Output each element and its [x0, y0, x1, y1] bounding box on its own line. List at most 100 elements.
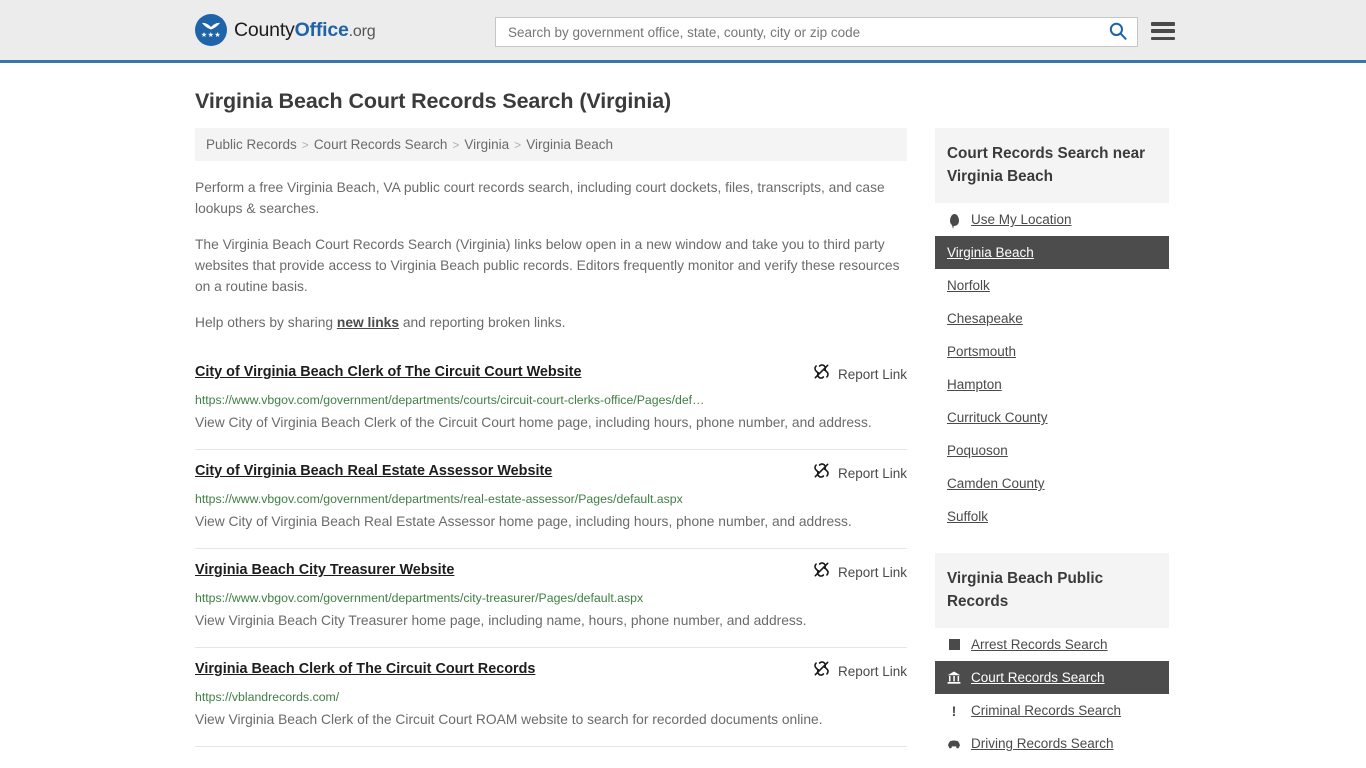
- sidebar-nearby-list: Use My Location Virginia Beach Norfolk Ches…: [935, 203, 1169, 533]
- page-title: Virginia Beach Court Records Search (Vir…: [195, 89, 672, 113]
- report-link-button[interactable]: Report Link: [813, 659, 907, 682]
- breadcrumb-separator: >: [301, 137, 309, 152]
- breadcrumb-separator: >: [452, 137, 460, 152]
- broken-link-icon: [813, 363, 830, 385]
- broken-link-icon: [813, 462, 830, 484]
- logo-stars: ★★★: [200, 32, 222, 39]
- results-list: City of Virginia Beach Clerk of The Circ…: [195, 348, 907, 747]
- result-title-link[interactable]: Virginia Beach City Treasurer Website: [195, 560, 454, 580]
- result-title-link[interactable]: City of Virginia Beach Real Estate Asses…: [195, 461, 552, 481]
- result-url[interactable]: https://www.vbgov.com/government/departm…: [195, 491, 907, 507]
- sidebar-item-chesapeake[interactable]: Chesapeake: [935, 302, 1169, 335]
- sidebar-item-camden-county[interactable]: Camden County: [935, 467, 1169, 500]
- sidebar-item-norfolk[interactable]: Norfolk: [935, 269, 1169, 302]
- sidebar-item-label: Suffolk: [947, 509, 989, 524]
- result-header: City of Virginia Beach Clerk of The Circ…: [195, 362, 907, 385]
- intro-p3-after: and reporting broken links.: [399, 315, 566, 330]
- courthouse-icon: [947, 671, 961, 684]
- sidebar-item-hampton[interactable]: Hampton: [935, 368, 1169, 401]
- sidebar-item-label: Criminal Records Search: [971, 703, 1122, 718]
- breadcrumb-item-2[interactable]: Court Records Search: [314, 137, 448, 152]
- report-link-button[interactable]: Report Link: [813, 362, 907, 385]
- sidebar-item-label: Camden County: [947, 476, 1045, 491]
- result-header: Virginia Beach City Treasurer Website Rep…: [195, 560, 907, 583]
- report-link-button[interactable]: Report Link: [813, 560, 907, 583]
- result-url[interactable]: https://www.vbgov.com/government/departm…: [195, 590, 907, 606]
- sidebar-records-title: Virginia Beach Public Records: [935, 553, 1169, 628]
- eagle-seal-icon: ★★★: [195, 14, 227, 46]
- report-link-label: Report Link: [837, 663, 907, 679]
- report-link-label: Report Link: [837, 465, 907, 481]
- intro-paragraph-2: The Virginia Beach Court Records Search …: [195, 237, 900, 294]
- sidebar-nearby-title: Court Records Search near Virginia Beach: [935, 128, 1169, 203]
- result-url[interactable]: https://www.vbgov.com/government/departm…: [195, 392, 907, 408]
- main-content: Public Records > Court Records Search > Virg…: [195, 128, 907, 747]
- sidebar-item-arrest-records-search[interactable]: Arrest Records Search: [935, 628, 1169, 661]
- result-description: View City of Virginia Beach Clerk of the…: [195, 415, 872, 430]
- hamburger-bar: [1151, 36, 1175, 40]
- broken-link-icon: [813, 660, 830, 682]
- result-title-link[interactable]: City of Virginia Beach Clerk of The Circ…: [195, 362, 581, 382]
- report-link-button[interactable]: Report Link: [813, 461, 907, 484]
- search-button[interactable]: [1099, 18, 1137, 46]
- hamburger-bar: [1151, 22, 1175, 26]
- site-logo[interactable]: ★★★ CountyOffice.org: [195, 14, 376, 46]
- sidebar-item-criminal-records-search[interactable]: ! Criminal Records Search: [935, 694, 1169, 727]
- sidebar-item-label: Court Records Search: [971, 670, 1105, 685]
- breadcrumb-item-4[interactable]: Virginia Beach: [526, 137, 613, 152]
- sidebar-item-label: Currituck County: [947, 410, 1048, 425]
- result-description: View Virginia Beach Clerk of the Circuit…: [195, 712, 823, 727]
- site-header: ★★★ CountyOffice.org: [0, 0, 1366, 63]
- breadcrumb-separator: >: [514, 137, 522, 152]
- result-item: City of Virginia Beach Real Estate Asses…: [195, 450, 907, 549]
- result-url[interactable]: https://vblandrecords.com/: [195, 689, 907, 705]
- broken-link-icon: [813, 561, 830, 583]
- result-item: City of Virginia Beach Clerk of The Circ…: [195, 348, 907, 450]
- result-item: Virginia Beach City Treasurer Website Rep…: [195, 549, 907, 648]
- sidebar-item-portsmouth[interactable]: Portsmouth: [935, 335, 1169, 368]
- sidebar-item-use-my-location[interactable]: Use My Location: [935, 203, 1169, 236]
- result-description: View Virginia Beach City Treasurer home …: [195, 613, 807, 628]
- sidebar-item-suffolk[interactable]: Suffolk: [935, 500, 1169, 533]
- search-input[interactable]: [496, 18, 1099, 46]
- sidebar-item-label: Portsmouth: [947, 344, 1017, 359]
- search-bar: [495, 17, 1138, 47]
- sidebar-item-label: Driving Records Search: [971, 736, 1114, 751]
- sidebar-item-label: Use My Location: [971, 212, 1072, 227]
- sidebar-records-list: Arrest Records Search Court Records Searc…: [935, 628, 1169, 760]
- sidebar-item-label: Hampton: [947, 377, 1002, 392]
- intro-p3-before: Help others by sharing: [195, 315, 337, 330]
- breadcrumb-item-1[interactable]: Public Records: [206, 137, 297, 152]
- location-pin-icon: [947, 213, 961, 229]
- sidebar-item-court-records-search[interactable]: Court Records Search: [935, 661, 1169, 694]
- logo-text-org: .org: [348, 22, 376, 40]
- intro-paragraph-1: Perform a free Virginia Beach, VA public…: [195, 180, 885, 216]
- result-header: City of Virginia Beach Real Estate Asses…: [195, 461, 907, 484]
- report-link-label: Report Link: [837, 366, 907, 382]
- intro-paragraph-3: Help others by sharing new links and rep…: [195, 312, 907, 333]
- sidebar: Court Records Search near Virginia Beach…: [935, 128, 1169, 760]
- logo-text-office: Office: [294, 18, 349, 41]
- result-title-link[interactable]: Virginia Beach Clerk of The Circuit Cour…: [195, 659, 535, 679]
- fingerprint-icon: [947, 639, 961, 650]
- sidebar-item-driving-records-search[interactable]: Driving Records Search: [935, 727, 1169, 760]
- search-icon: [1109, 22, 1127, 43]
- sidebar-item-label: Norfolk: [947, 278, 990, 293]
- sidebar-item-label: Virginia Beach: [947, 245, 1034, 260]
- hamburger-menu-icon[interactable]: [1151, 20, 1175, 42]
- page-container: Virginia Beach Court Records Search (Vir…: [0, 89, 1366, 760]
- hamburger-bar: [1151, 29, 1175, 33]
- sidebar-item-label: Chesapeake: [947, 311, 1023, 326]
- result-item: Virginia Beach Clerk of The Circuit Cour…: [195, 648, 907, 747]
- logo-wordmark: CountyOffice.org: [234, 18, 376, 42]
- sidebar-item-virginia-beach[interactable]: Virginia Beach: [935, 236, 1169, 269]
- result-description: View City of Virginia Beach Real Estate …: [195, 514, 852, 529]
- sidebar-item-poquoson[interactable]: Poquoson: [935, 434, 1169, 467]
- content-columns: Public Records > Court Records Search > Virg…: [195, 128, 1171, 760]
- sidebar-item-label: Poquoson: [947, 443, 1008, 458]
- breadcrumb: Public Records > Court Records Search > Virg…: [195, 128, 907, 161]
- new-links-link[interactable]: new links: [337, 315, 399, 330]
- breadcrumb-item-3[interactable]: Virginia: [464, 137, 509, 152]
- sidebar-item-currituck-county[interactable]: Currituck County: [935, 401, 1169, 434]
